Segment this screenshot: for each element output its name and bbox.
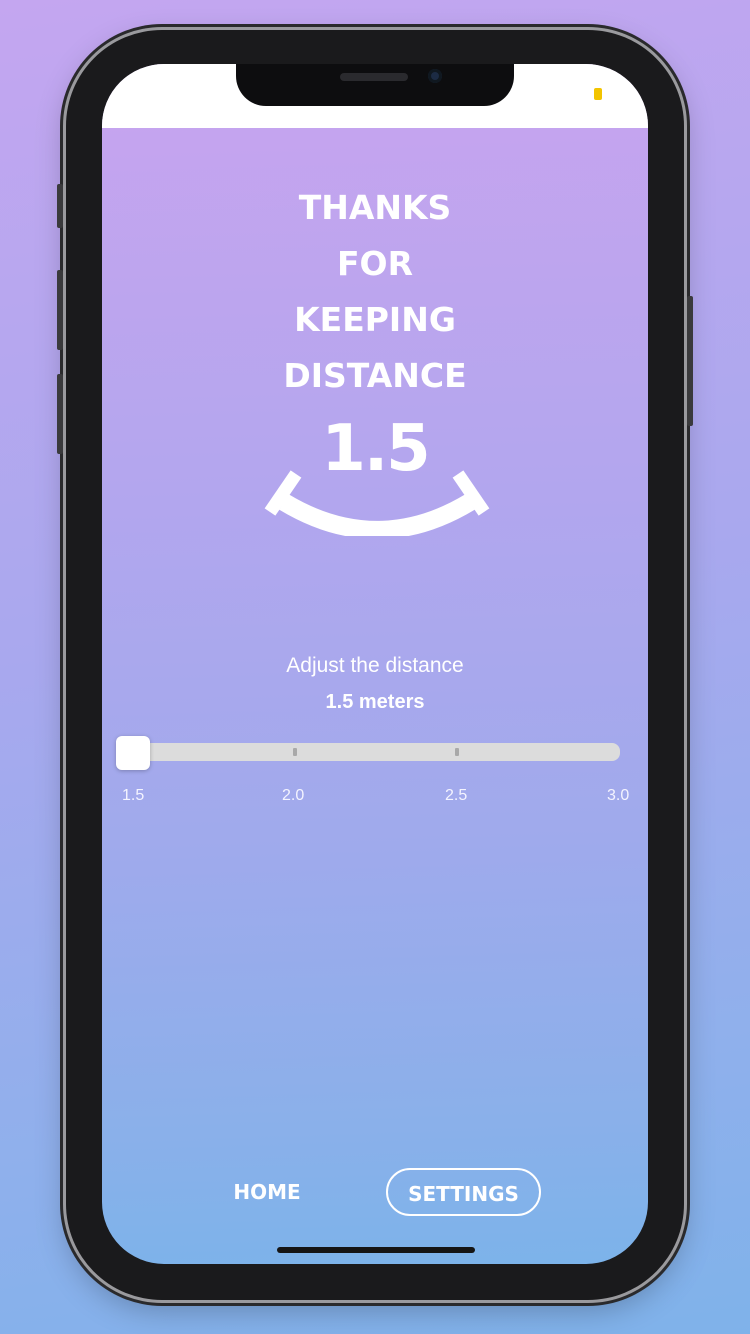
silent-switch bbox=[57, 184, 63, 228]
distance-meters-value: 1.5 meters bbox=[325, 691, 425, 713]
notch bbox=[236, 64, 514, 106]
speaker-grille bbox=[340, 73, 408, 81]
volume-up-button bbox=[57, 270, 63, 350]
title-line: KEEPING bbox=[294, 300, 456, 339]
front-camera bbox=[428, 69, 442, 83]
home-indicator[interactable] bbox=[277, 1247, 475, 1253]
status-bar bbox=[102, 64, 648, 128]
distance-slider-thumb[interactable] bbox=[116, 736, 150, 770]
settings-tab-button[interactable]: SETTINGS bbox=[386, 1168, 541, 1216]
status-indicator-icon bbox=[594, 88, 602, 100]
title-line: DISTANCE bbox=[283, 356, 467, 395]
volume-down-button bbox=[57, 374, 63, 454]
adjust-distance-label: Adjust the distance bbox=[286, 654, 464, 677]
thanks-title: THANKS FOR KEEPING DISTANCE bbox=[102, 180, 648, 404]
slider-tick-label: 2.5 bbox=[445, 787, 468, 804]
title-line: FOR bbox=[336, 244, 413, 283]
slider-tick bbox=[455, 748, 459, 756]
smile-arc-icon bbox=[264, 470, 490, 536]
slider-tick-label: 3.0 bbox=[607, 787, 630, 804]
home-tab-button[interactable]: HOME bbox=[212, 1170, 322, 1214]
slider-tick-label: 1.5 bbox=[122, 787, 145, 804]
title-line: THANKS bbox=[298, 188, 452, 227]
slider-tick bbox=[293, 748, 297, 756]
slider-tick-label: 2.0 bbox=[282, 787, 305, 804]
power-button bbox=[687, 296, 693, 426]
app-screen: THANKS FOR KEEPING DISTANCE 1.5 Adjust t… bbox=[102, 64, 648, 1264]
distance-slider[interactable] bbox=[122, 743, 620, 761]
